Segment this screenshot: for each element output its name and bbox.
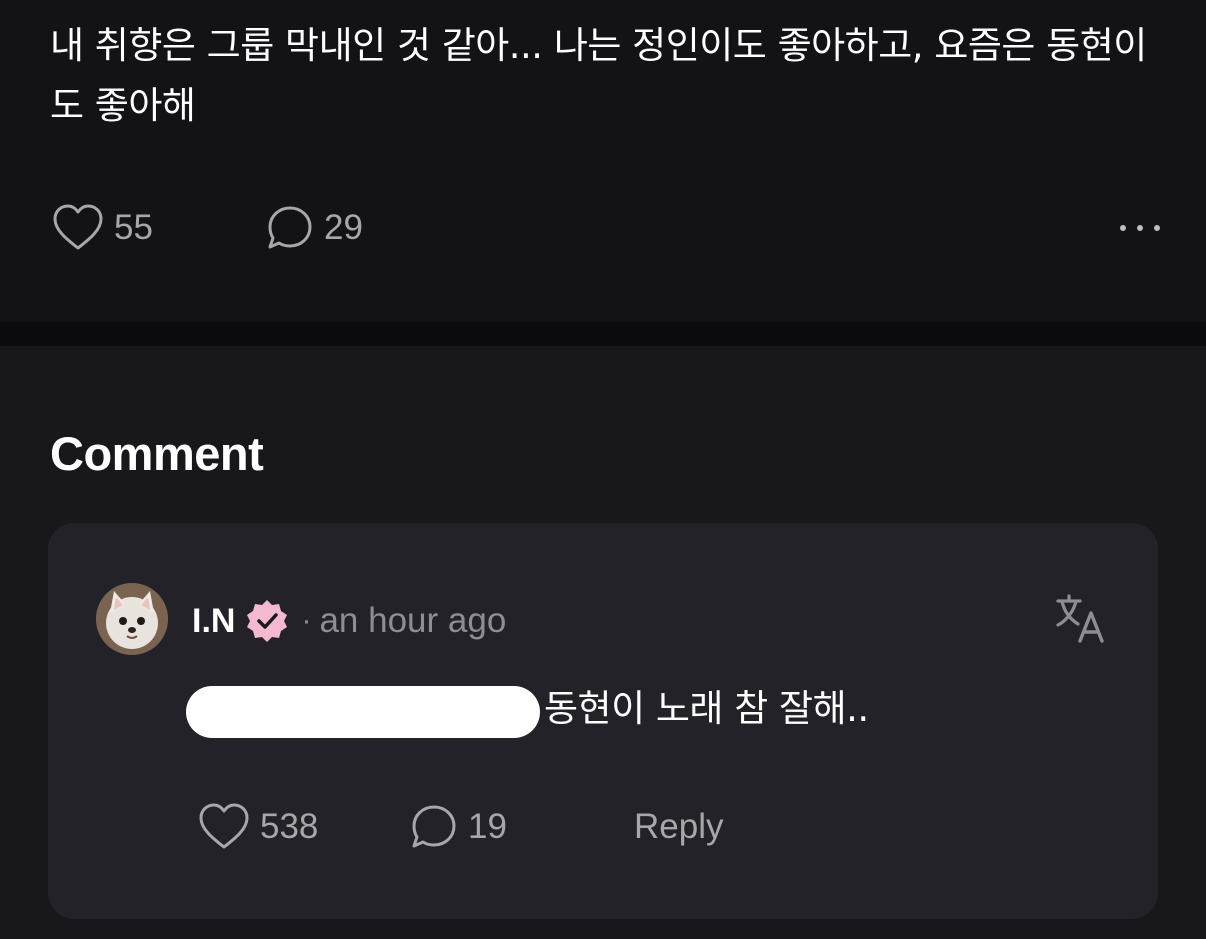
meta-separator: · — [301, 604, 312, 637]
comment-bubble-icon — [412, 805, 456, 848]
comment-like-count: 538 — [260, 807, 319, 846]
post-like-count: 55 — [114, 208, 153, 247]
heart-icon — [199, 803, 249, 849]
comment-username[interactable]: I.N — [192, 602, 235, 641]
post-actions: 55 29 — [50, 200, 1160, 256]
comment-text: 동현이 노래 참 잘해.. — [544, 687, 869, 730]
redaction-mark — [186, 686, 540, 738]
post-comment-button[interactable]: 29 — [264, 200, 363, 256]
page: 내 취향은 그룹 막내인 것 같아... 나는 정인이도 좋아하고, 요즘은 동… — [0, 0, 1206, 939]
comment-card: I.N · an hour ago 동현이 노래 참 잘해.. 538 19 R… — [48, 523, 1158, 919]
comments-title: Comment — [50, 427, 264, 480]
comment-replies-button[interactable]: 19 — [408, 799, 507, 855]
verified-badge-icon — [247, 600, 288, 642]
comment-bubble-icon — [268, 206, 312, 249]
comment-time: an hour ago — [319, 601, 507, 640]
comments-section: Comment I.N · an hour ago 동현이 노래 참 잘해.. … — [0, 346, 1206, 939]
comment-reply-count: 19 — [468, 807, 507, 846]
post-like-button[interactable]: 55 — [50, 200, 153, 256]
comment-meta: I.N · an hour ago — [192, 596, 506, 646]
avatar-image — [96, 583, 168, 655]
post-text: 내 취향은 그룹 막내인 것 같아... 나는 정인이도 좋아하고, 요즘은 동… — [50, 24, 1147, 127]
section-divider — [0, 322, 1206, 346]
heart-icon — [53, 204, 103, 250]
post: 내 취향은 그룹 막내인 것 같아... 나는 정인이도 좋아하고, 요즘은 동… — [0, 0, 1206, 322]
avatar[interactable] — [96, 583, 168, 655]
post-comment-count: 29 — [324, 208, 363, 247]
translate-icon[interactable] — [1054, 593, 1108, 651]
comment-actions: 538 19 Reply — [196, 799, 1096, 855]
more-options-icon[interactable] — [1120, 200, 1160, 256]
comment-like-button[interactable]: 538 — [196, 799, 318, 855]
reply-button[interactable]: Reply — [634, 799, 723, 855]
